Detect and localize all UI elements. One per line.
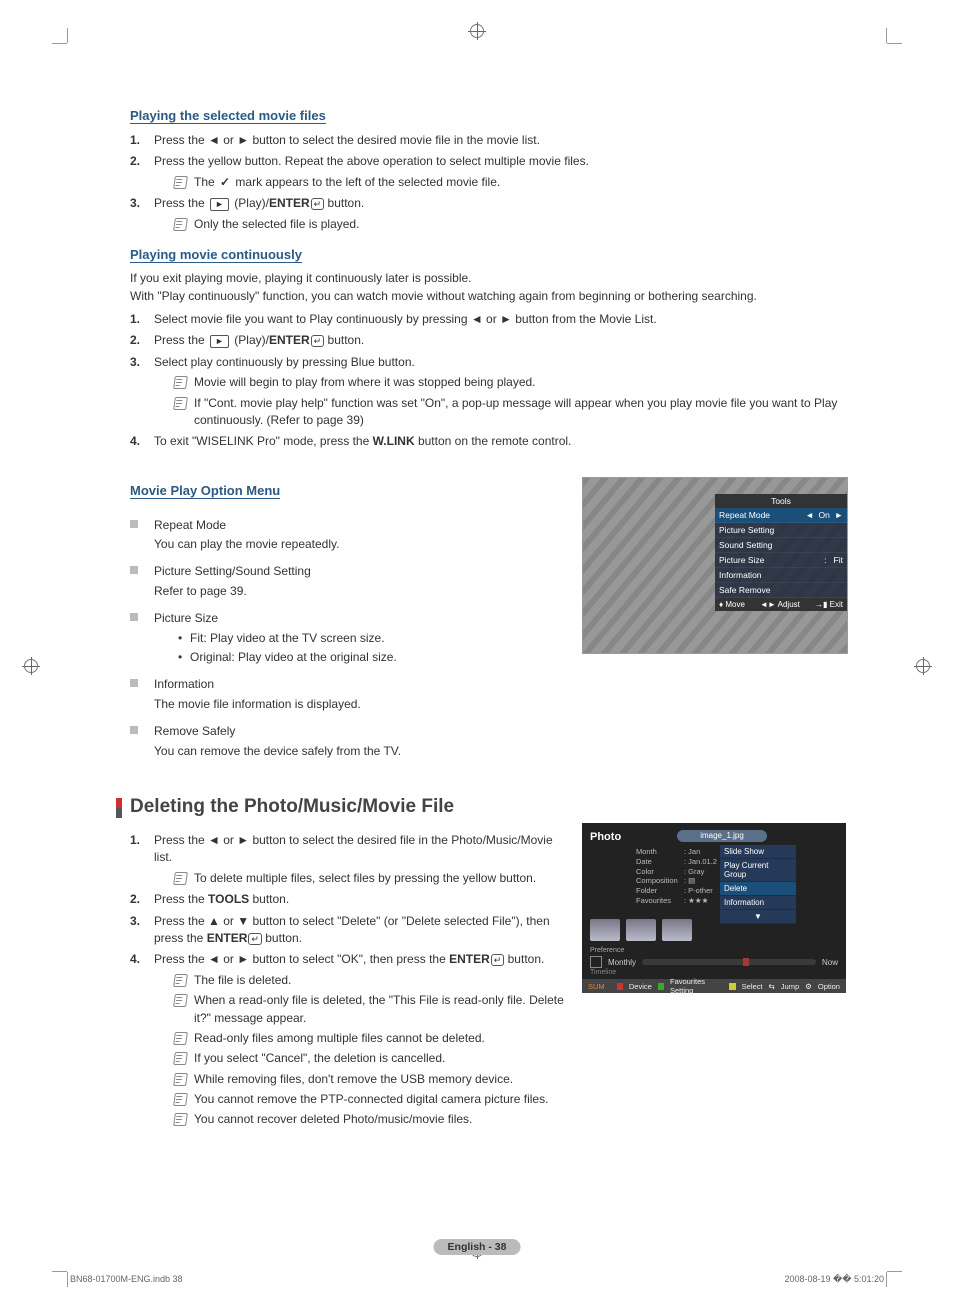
osd-photo-screenshot: Photo image_1.jpg Month: Jan Date: Jan.0…	[582, 823, 846, 993]
enter-icon: ↵	[491, 954, 505, 966]
enter-icon: ↵	[311, 335, 325, 347]
step-text: Press the TOOLS button.	[154, 892, 289, 906]
osd-tools-title: Tools	[715, 494, 847, 508]
option-item: Picture Size Fit: Play video at the TV s…	[130, 610, 560, 666]
heading-option-menu: Movie Play Option Menu	[130, 483, 280, 499]
option-item: Information The movie file information i…	[130, 676, 560, 713]
play-icon: ►	[210, 198, 229, 211]
osd-monthly-label: Monthly	[608, 958, 636, 967]
note-text: The ✓ mark appears to the left of the se…	[154, 174, 848, 191]
play-icon: ►	[210, 335, 229, 348]
enter-icon: ↵	[248, 933, 262, 945]
note-text: Only the selected file is played.	[154, 216, 848, 233]
option-item: Remove Safely You can remove the device …	[130, 723, 560, 760]
step-text: Press the ◄ or ► button to select the de…	[154, 833, 553, 864]
registration-mark-icon	[468, 22, 486, 40]
calendar-icon	[590, 956, 602, 968]
note-text: You cannot remove the PTP-connected digi…	[154, 1091, 570, 1108]
osd-bottom-bar: SUM Device Favourites Setting Select ⇆Ju…	[582, 979, 846, 993]
option-item: Repeat Mode You can play the movie repea…	[130, 517, 560, 554]
osd-meta: Month: Jan Date: Jan.01.2 Color: Gray Co…	[636, 847, 717, 906]
osd-row: Picture Setting	[715, 523, 847, 538]
osd-row: Picture Size: Fit	[715, 553, 847, 568]
step-text: Press the ► (Play)/ENTER↵ button.	[154, 333, 364, 347]
note-text: Read-only files among multiple files can…	[154, 1030, 570, 1047]
note-text: While removing files, don't remove the U…	[154, 1071, 570, 1088]
osd-row: Safe Remove	[715, 583, 847, 598]
osd-row-repeat: Repeat Mode ◄ On ►	[715, 508, 847, 523]
osd-row: Information	[715, 568, 847, 583]
heading-playing-continuously: Playing movie continuously	[130, 247, 302, 263]
note-text: When a read-only file is deleted, the "T…	[154, 992, 570, 1027]
note-text: You cannot recover deleted Photo/music/m…	[154, 1111, 570, 1128]
step-text: Press the ► (Play)/ENTER↵ button.	[154, 196, 364, 210]
osd-tools-screenshot: Tools Repeat Mode ◄ On ► Picture Setting…	[582, 477, 848, 654]
step-text: Select movie file you want to Play conti…	[154, 312, 657, 326]
osd-photo-title: Photo	[590, 831, 621, 843]
footer-left: BN68-01700M-ENG.indb 38	[70, 1274, 183, 1285]
paragraph: With "Play continuously" function, you c…	[130, 289, 848, 303]
step-text: Press the yellow button. Repeat the abov…	[154, 154, 589, 168]
osd-now-label: Now	[822, 958, 838, 967]
note-text: If "Cont. movie play help" function was …	[154, 395, 848, 430]
osd-row: Sound Setting	[715, 538, 847, 553]
note-text: The file is deleted.	[154, 972, 570, 989]
osd-timeline-label: Timeline	[590, 969, 616, 976]
step-text: Press the ◄ or ► button to select "OK", …	[154, 952, 544, 966]
osd-pref-label: Preference	[590, 947, 624, 954]
option-item: Picture Setting/Sound Setting Refer to p…	[130, 563, 560, 600]
step-text: Press the ◄ or ► button to select the de…	[154, 133, 540, 147]
osd-file-name: image_1.jpg	[677, 830, 767, 842]
paragraph: If you exit playing movie, playing it co…	[130, 271, 848, 285]
heading-playing-selected: Playing the selected movie files	[130, 108, 326, 124]
note-text: To delete multiple files, select files b…	[154, 870, 570, 887]
registration-mark-icon	[22, 657, 40, 675]
page-number-pill: English - 38	[434, 1239, 521, 1255]
osd-thumbs	[590, 919, 692, 941]
osd-footer: ♦ Move ◄► Adjust →▮ Exit	[715, 598, 847, 611]
osd-context-menu: Slide Show Play Current Group Delete Inf…	[720, 845, 796, 924]
step-text: Select play continuously by pressing Blu…	[154, 355, 415, 369]
note-text: If you select "Cancel", the deletion is …	[154, 1050, 570, 1067]
step-text: Press the ▲ or ▼ button to select "Delet…	[154, 914, 550, 945]
footer-right: 2008-08-19 �� 5:01:20	[784, 1274, 884, 1285]
heading-deleting: Deleting the Photo/Music/Movie File	[130, 796, 848, 818]
step-text: To exit "WISELINK Pro" mode, press the W…	[154, 434, 571, 448]
note-text: Movie will begin to play from where it w…	[154, 374, 848, 391]
registration-mark-icon	[914, 657, 932, 675]
enter-icon: ↵	[311, 198, 325, 210]
